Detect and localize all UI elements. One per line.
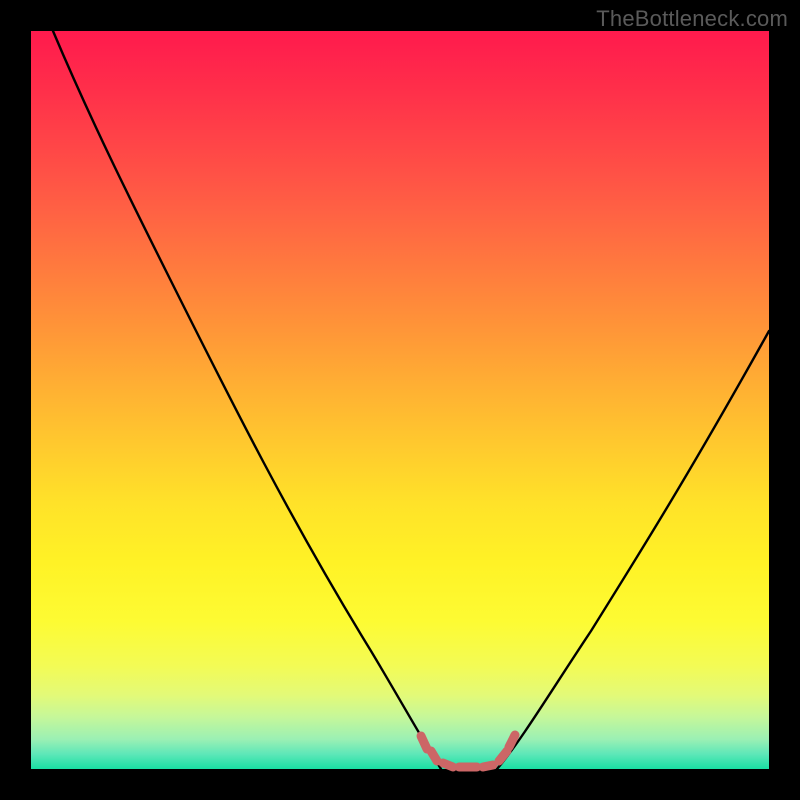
valley-marker: [509, 735, 515, 747]
left-curve: [53, 31, 441, 769]
valley-marker: [499, 751, 507, 761]
valley-marker: [443, 763, 453, 767]
valley-marker: [483, 765, 493, 767]
valley-marker: [421, 736, 427, 749]
valley-marker: [431, 751, 437, 761]
outer-frame: TheBottleneck.com: [0, 0, 800, 800]
watermark-text: TheBottleneck.com: [596, 6, 788, 32]
valley-marker-group: [421, 735, 515, 767]
right-curve: [497, 331, 769, 769]
curve-overlay: [31, 31, 769, 769]
